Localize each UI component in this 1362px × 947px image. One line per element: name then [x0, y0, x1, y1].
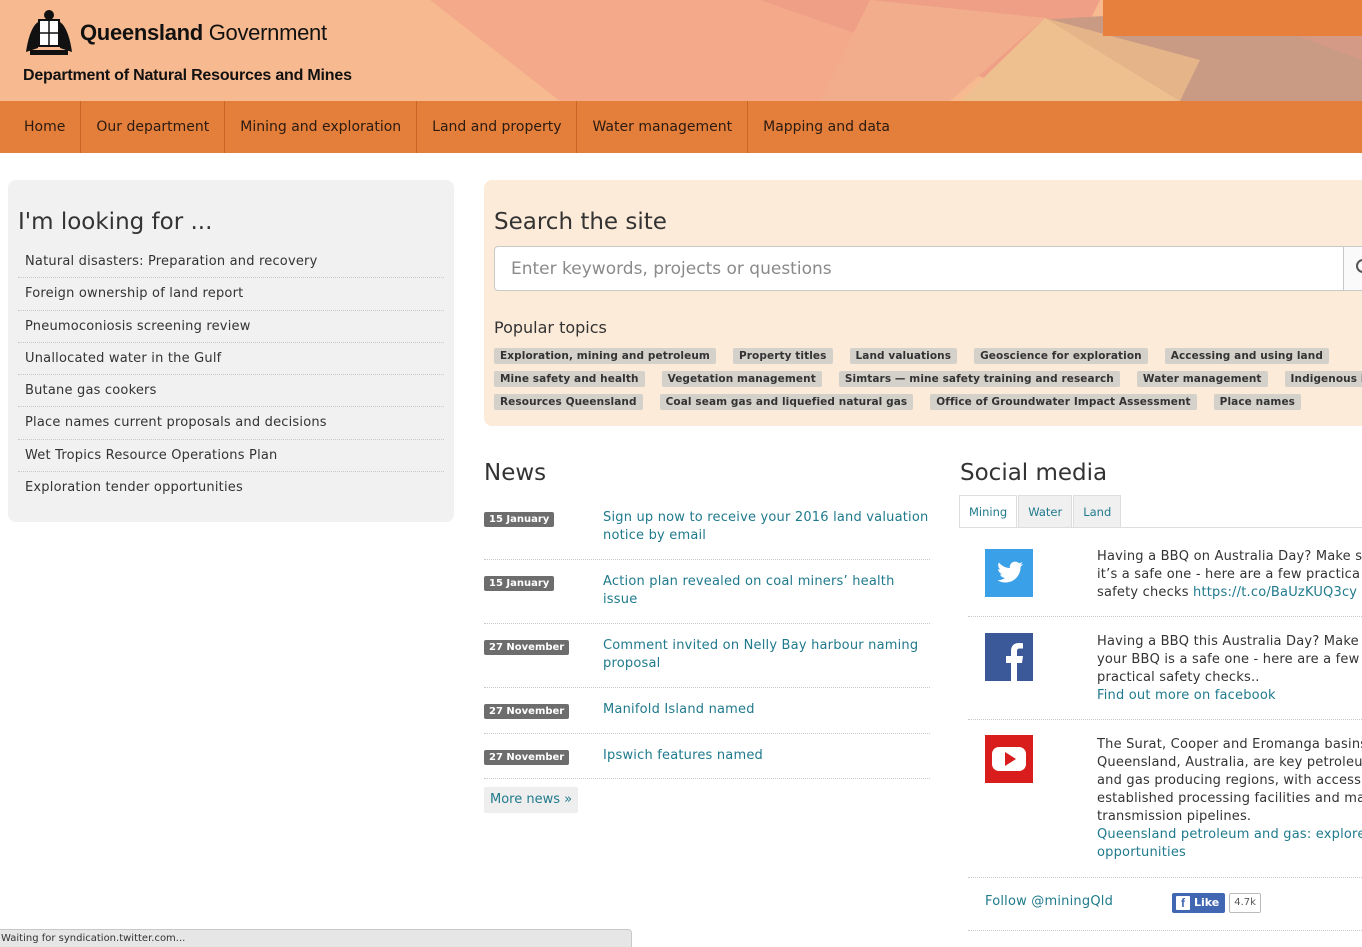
search-button[interactable] [1343, 246, 1362, 291]
news-item: 15 January Action plan revealed on coal … [484, 560, 930, 624]
tag-row: Resources Queensland Coal seam gas and l… [494, 394, 1354, 410]
nav-mapping-data[interactable]: Mapping and data [748, 101, 905, 153]
news-list: 15 January Sign up now to receive your 2… [484, 500, 930, 779]
facebook-like-widget: f Like 4.7k [1172, 893, 1261, 913]
nav-mining-exploration[interactable]: Mining and exploration [225, 101, 418, 153]
news-link[interactable]: Ipswich features named [603, 747, 933, 765]
nav-our-department[interactable]: Our department [81, 101, 226, 153]
tab-water[interactable]: Water [1018, 495, 1073, 528]
social-tabs: Mining Water Land [959, 495, 1122, 528]
header-accent-tab [1103, 0, 1362, 36]
news-link[interactable]: Action plan revealed on coal miners’ hea… [603, 573, 933, 609]
tag-row: Exploration, mining and petroleum Proper… [494, 348, 1354, 364]
browser-status-bar: Waiting for syndication.twitter.com... [0, 929, 632, 947]
topic-tag[interactable]: Simtars — mine safety training and resea… [838, 371, 1120, 387]
news-date: 27 November [484, 750, 570, 765]
tag-row: Mine safety and health Vegetation manage… [494, 371, 1362, 387]
search-title: Search the site [494, 209, 667, 235]
more-news-button[interactable]: More news » [484, 787, 579, 813]
news-link[interactable]: Sign up now to receive your 2016 land va… [603, 509, 933, 545]
youtube-link[interactable]: Queensland petroleum and gas: explore opp… [1097, 827, 1362, 860]
topic-tag[interactable]: Vegetation management [661, 371, 822, 387]
topic-tag[interactable]: Land valuations [849, 348, 958, 364]
topic-tag[interactable]: Mine safety and health [494, 371, 645, 387]
like-count: 4.7k [1229, 893, 1261, 913]
youtube-icon[interactable] [985, 735, 1033, 783]
news-link[interactable]: Comment invited on Nelly Bay harbour nam… [603, 637, 933, 673]
topic-tag[interactable]: Place names [1213, 394, 1302, 410]
news-date: 15 January [484, 512, 555, 527]
social-post-youtube: The Surat, Cooper and Eromanga basins Qu… [968, 720, 1362, 878]
facebook-icon[interactable] [985, 633, 1033, 681]
tab-land[interactable]: Land [1073, 495, 1122, 528]
news-date: 15 January [484, 576, 555, 591]
social-post-facebook: Having a BBQ this Australia Day? Make yo… [968, 617, 1362, 720]
looking-link-place-names[interactable]: Place names current proposals and decisi… [18, 407, 444, 440]
nav-land-property[interactable]: Land and property [417, 101, 578, 153]
search-panel: Search the site Popular topics Explorati… [484, 180, 1362, 426]
looking-link-natural-disasters[interactable]: Natural disasters: Preparation and recov… [18, 246, 444, 279]
social-post-twitter: Having a BBQ on Australia Day? Make s it… [968, 528, 1362, 617]
news-item: 15 January Sign up now to receive your 2… [484, 500, 930, 560]
youtube-post-text: The Surat, Cooper and Eromanga basins Qu… [1097, 736, 1362, 862]
brand-title[interactable]: Queensland Government [80, 20, 327, 46]
news-item: 27 November Manifold Island named [484, 688, 930, 734]
topic-tag[interactable]: Exploration, mining and petroleum [494, 348, 716, 364]
news-item: 27 November Ipswich features named [484, 734, 930, 779]
topic-tag[interactable]: Indigenous interests [1284, 371, 1362, 387]
popular-topics-tags: Exploration, mining and petroleum Proper… [494, 348, 1362, 417]
news-date: 27 November [484, 704, 570, 719]
department-name[interactable]: Department of Natural Resources and Mine… [23, 67, 352, 85]
looking-for-panel: I'm looking for ... Natural disasters: P… [8, 180, 454, 522]
looking-link-wet-tropics[interactable]: Wet Tropics Resource Operations Plan [18, 440, 444, 473]
news-title: News [484, 460, 547, 486]
nav-home[interactable]: Home [0, 101, 82, 153]
facebook-like-button[interactable]: f Like [1172, 893, 1226, 913]
main-nav: Home Our department Mining and explorati… [0, 101, 1362, 153]
looking-link-exploration-tender[interactable]: Exploration tender opportunities [18, 472, 444, 504]
topic-tag[interactable]: Accessing and using land [1164, 348, 1329, 364]
social-bottom-divider [968, 930, 1362, 931]
news-item: 27 November Comment invited on Nelly Bay… [484, 624, 930, 688]
looking-link-pneumoconiosis[interactable]: Pneumoconiosis screening review [18, 311, 444, 343]
nav-water-management[interactable]: Water management [577, 101, 749, 153]
popular-topics-title: Popular topics [494, 318, 607, 337]
looking-for-title: I'm looking for ... [18, 209, 213, 235]
queensland-crest-icon [26, 10, 72, 55]
twitter-icon[interactable] [985, 549, 1033, 597]
topic-tag[interactable]: Geoscience for exploration [974, 348, 1148, 364]
topic-tag[interactable]: Property titles [732, 348, 833, 364]
tab-mining[interactable]: Mining [959, 495, 1018, 528]
topic-tag[interactable]: Resources Queensland [494, 394, 643, 410]
looking-for-list: Natural disasters: Preparation and recov… [18, 246, 444, 504]
looking-link-butane-cookers[interactable]: Butane gas cookers [18, 375, 444, 408]
topic-tag[interactable]: Office of Groundwater Impact Assessment [930, 394, 1197, 410]
news-date: 27 November [484, 640, 570, 655]
facebook-f-icon: f [1176, 896, 1190, 910]
facebook-link[interactable]: Find out more on facebook [1097, 688, 1276, 703]
looking-link-foreign-ownership[interactable]: Foreign ownership of land report [18, 278, 444, 311]
search-input[interactable] [494, 246, 1344, 291]
tweet-link[interactable]: https://t.co/BaUzKUQ3cy [1193, 585, 1357, 600]
tweet-text: Having a BBQ on Australia Day? Make s it… [1097, 549, 1362, 600]
news-link[interactable]: Manifold Island named [603, 701, 933, 719]
topic-tag[interactable]: Water management [1136, 371, 1268, 387]
search-icon [1356, 259, 1362, 273]
looking-link-unallocated-water[interactable]: Unallocated water in the Gulf [18, 343, 444, 376]
topic-tag[interactable]: Coal seam gas and liquefied natural gas [659, 394, 914, 410]
social-media-title: Social media [960, 460, 1108, 486]
site-header: Queensland Government Department of Natu… [0, 0, 1362, 101]
follow-mining-qld-link[interactable]: Follow @miningQld [985, 894, 1113, 909]
facebook-post-text: Having a BBQ this Australia Day? Make yo… [1097, 634, 1360, 703]
